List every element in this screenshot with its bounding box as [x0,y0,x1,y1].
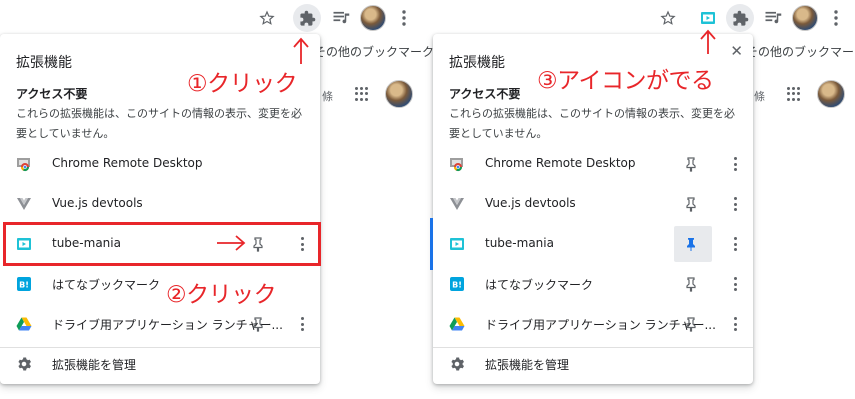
pinned-icon[interactable] [683,236,699,252]
more-options-icon[interactable] [727,316,743,332]
page-avatar [817,80,845,108]
section-description: これらの拡張機能は、このサイトの情報の表示、変更を必要としていません。 [449,107,735,140]
pin-icon[interactable] [683,196,699,212]
tube-mania-icon [701,12,715,24]
up-arrow-annotation [293,37,309,64]
highlight-box-tube-mania [3,222,321,266]
tube-mania-toolbar-button[interactable] [696,6,720,30]
hatena-icon: B! [17,277,31,291]
pin-icon[interactable] [683,156,699,172]
extension-name: はてなブックマーク [52,278,161,292]
extension-row-hatena[interactable]: B! はてなブックマーク [433,264,753,304]
close-icon[interactable]: ✕ [730,42,743,60]
background-text: 條 [322,90,333,103]
step2-annotation: ②クリック [166,282,277,308]
more-options-icon[interactable] [727,196,743,212]
extension-name: Chrome Remote Desktop [485,156,636,170]
step1-annotation: ①クリック [187,71,298,97]
extension-name: Chrome Remote Desktop [52,156,203,170]
panel-title: 拡張機能 [16,55,72,71]
extension-row-drive-launcher[interactable]: ドライブ用アプリケーション ランチャー... [433,304,753,344]
profile-avatar[interactable] [792,5,818,31]
extension-name: Vue.js devtools [52,196,143,210]
svg-text:B!: B! [19,281,29,290]
other-bookmarks[interactable]: その他のブックマーク [746,43,855,60]
tube-mania-icon [450,238,464,250]
pin-icon[interactable] [683,276,699,292]
section-heading: アクセス不要 [449,87,521,101]
puzzle-icon [732,10,748,26]
extension-name: tube-mania [485,236,554,250]
extensions-button[interactable] [293,4,321,32]
pin-icon[interactable] [683,316,699,332]
section-heading: アクセス不要 [16,87,88,101]
manage-extensions-label: 拡張機能を管理 [485,358,570,372]
vue-icon [17,198,31,210]
more-options-icon[interactable] [727,276,743,292]
up-arrow-annotation [700,29,716,54]
other-bookmarks[interactable]: その他のブックマーク [314,43,434,60]
reading-list-icon[interactable] [329,6,353,30]
background-text: 條 [754,90,765,103]
manage-extensions-label: 拡張機能を管理 [52,358,137,372]
extension-name: Vue.js devtools [485,196,576,210]
manage-extensions-row[interactable]: 拡張機能を管理 [0,348,320,380]
star-icon[interactable] [656,6,680,30]
more-options-icon[interactable] [294,316,310,332]
apps-grid-icon[interactable] [787,87,801,101]
extension-name: はてなブックマーク [485,278,594,292]
chrome-remote-desktop-icon [450,158,463,172]
kebab-menu-icon[interactable] [392,6,416,30]
extension-row-vue-devtools[interactable]: Vue.js devtools [0,184,320,224]
extension-row-drive-launcher[interactable]: ドライブ用アプリケーション ランチャー... [0,304,320,344]
section-description: これらの拡張機能は、このサイトの情報の表示、変更を必要としていません。 [16,107,302,140]
pin-icon[interactable] [250,316,266,332]
extension-row-chrome-remote-desktop[interactable]: Chrome Remote Desktop [0,144,320,184]
svg-text:B!: B! [452,281,462,290]
profile-avatar[interactable] [360,5,386,31]
google-drive-icon [16,317,32,331]
chrome-remote-desktop-icon [17,158,30,172]
left-screen: その他のブックマーク 條 拡張機能 アクセス不要 これらの拡張機能は、このサイト… [0,0,434,399]
right-screen: その他のブックマーク 條 拡張機能 ✕ アクセス不要 これらの拡張機能は、このサ… [430,0,855,399]
extension-row-tube-mania[interactable]: tube-mania [433,224,753,264]
manage-extensions-row[interactable]: 拡張機能を管理 [433,348,753,380]
extension-row-vue-devtools[interactable]: Vue.js devtools [433,184,753,224]
extension-name: ドライブ用アプリケーション ランチャー... [485,318,716,332]
right-arrow-annotation [217,235,246,251]
panel-title: 拡張機能 [449,55,505,71]
gear-icon [451,357,464,371]
gear-icon [18,357,31,371]
extension-row-chrome-remote-desktop[interactable]: Chrome Remote Desktop [433,144,753,184]
more-options-icon[interactable] [727,156,743,172]
star-icon[interactable] [255,6,279,30]
extension-name: ドライブ用アプリケーション ランチャー... [52,318,283,332]
page-avatar [385,80,413,108]
kebab-menu-icon[interactable] [824,6,848,30]
more-options-icon[interactable] [727,236,743,252]
hatena-icon: B! [450,277,464,291]
step3-annotation: ③アイコンがでる [537,68,714,94]
google-drive-icon [449,317,465,331]
reading-list-icon[interactable] [761,6,785,30]
page-accent-edge [430,218,433,270]
vue-icon [450,198,464,210]
puzzle-icon [299,10,315,26]
apps-grid-icon[interactable] [355,87,369,101]
extensions-button[interactable] [726,4,754,32]
